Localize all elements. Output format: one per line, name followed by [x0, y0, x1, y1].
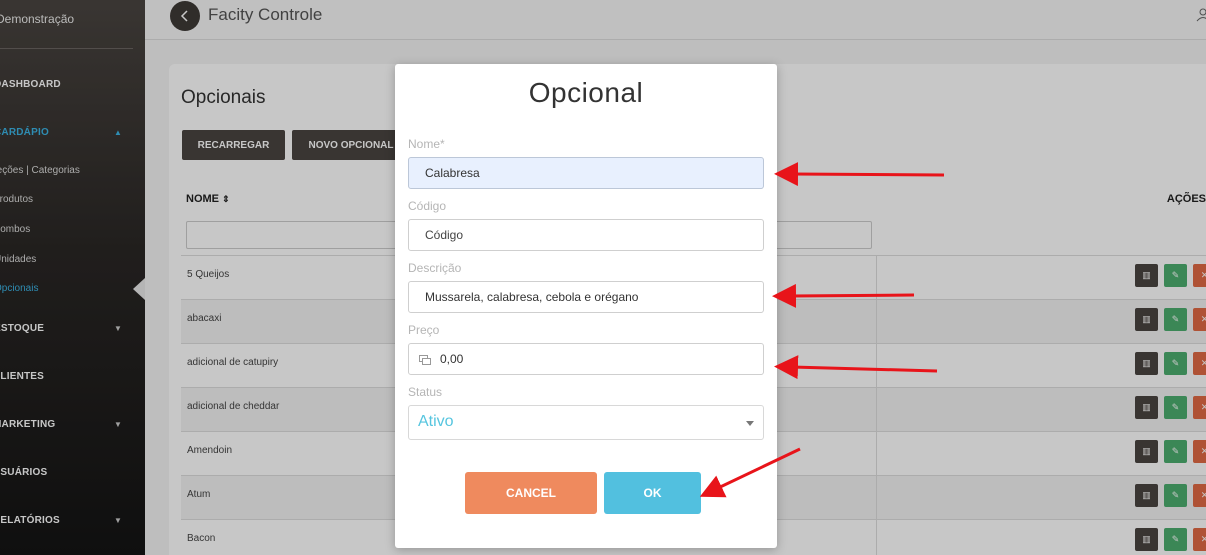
status-select[interactable]: Ativo	[408, 405, 764, 440]
name-input[interactable]	[408, 157, 764, 189]
description-input[interactable]	[408, 281, 764, 313]
caret-down-icon	[746, 421, 754, 426]
name-label: Nome*	[408, 137, 445, 151]
optional-modal: Opcional Nome* Código Descrição Preço 0,…	[395, 64, 777, 548]
code-input[interactable]	[408, 219, 764, 251]
price-value: 0,00	[440, 352, 464, 366]
code-label: Código	[408, 199, 447, 213]
price-label: Preço	[408, 323, 440, 337]
modal-title: Opcional	[528, 77, 644, 108]
description-label: Descrição	[408, 261, 462, 275]
status-label: Status	[408, 385, 443, 399]
ok-button[interactable]: OK	[604, 472, 701, 514]
status-value: Ativo	[418, 413, 454, 430]
money-icon	[419, 355, 431, 365]
cancel-button[interactable]: CANCEL	[465, 472, 597, 514]
price-input[interactable]: 0,00	[408, 343, 764, 375]
